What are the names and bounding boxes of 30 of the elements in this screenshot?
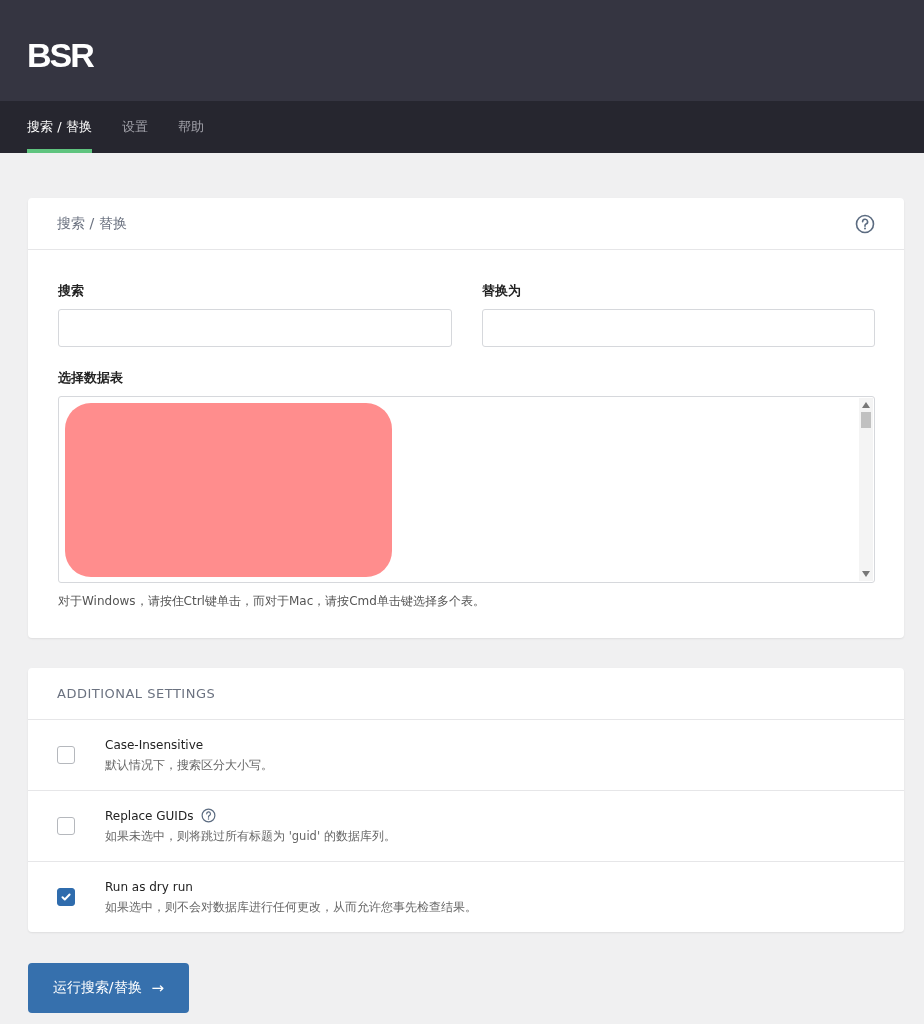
- tab[interactable]: 搜索 / 替换: [27, 101, 92, 153]
- option-label: Replace GUIDs: [105, 808, 194, 823]
- run-button[interactable]: 运行搜索/替换 →: [28, 963, 189, 1013]
- scrollbar[interactable]: [859, 398, 873, 581]
- option-description: 如果选中，则不会对数据库进行任何更改，从而允许您事先检查结果。: [105, 899, 477, 915]
- checkmark-icon: [60, 891, 72, 903]
- section-title: ADDITIONAL SETTINGS: [57, 686, 216, 701]
- input-field[interactable]: [481, 309, 875, 347]
- option-description: 如果未选中，则将跳过所有标题为 'guid' 的数据库列。: [105, 829, 396, 844]
- option-label: Case-Insensitive: [105, 737, 204, 752]
- field-label: 选择数据表: [58, 369, 124, 387]
- help-icon[interactable]: [855, 213, 875, 234]
- checkbox[interactable]: [57, 746, 75, 764]
- field-label: 替换为: [481, 282, 522, 300]
- scrollbar-thumb[interactable]: [861, 412, 871, 428]
- option-description: 默认情况下，搜索区分大小写。: [105, 757, 273, 773]
- logo: BSR: [27, 36, 93, 75]
- checkbox[interactable]: [57, 817, 75, 835]
- scroll-up-icon[interactable]: [862, 402, 870, 408]
- checkbox[interactable]: [57, 888, 75, 906]
- scroll-down-icon[interactable]: [862, 571, 870, 577]
- table-list[interactable]: [58, 396, 875, 583]
- field-label: 搜索: [58, 282, 85, 300]
- input-field[interactable]: [58, 309, 452, 347]
- hint-text: 对于Windows，请按住Ctrl键单击，而对于Mac，请按Cmd单击键选择多个表。: [58, 593, 486, 610]
- option-label: Run as dry run: [105, 879, 193, 894]
- card-title: 搜索 / 替换: [57, 214, 127, 233]
- help-icon[interactable]: [201, 808, 217, 823]
- tab[interactable]: 帮助: [177, 101, 204, 153]
- tab[interactable]: 设置: [121, 101, 148, 153]
